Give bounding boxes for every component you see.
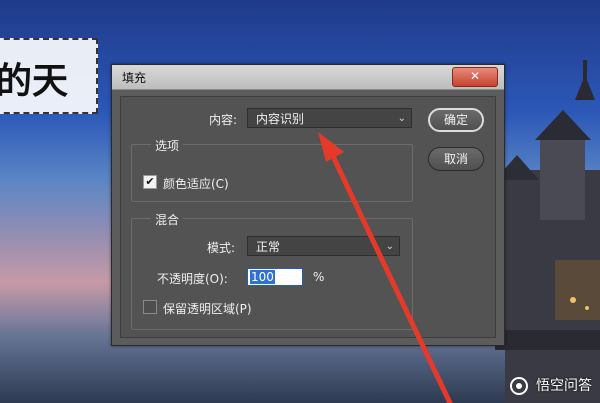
- photoshop-canvas: 的天 填充 ✕ 内容: 内容识别 ⌄ 选项 ✔ 颜色适应(C) 混合 模式: 正…: [0, 0, 600, 403]
- blend-group-title: 混合: [151, 211, 184, 228]
- text-selection-box[interactable]: 的天: [0, 38, 98, 114]
- close-icon: ✕: [469, 69, 481, 83]
- contents-value: 内容识别: [256, 112, 305, 126]
- wukong-logo-icon: [509, 377, 528, 395]
- mode-label: 模式:: [207, 241, 236, 255]
- dialog-titlebar[interactable]: 填充 ✕: [112, 65, 504, 90]
- chevron-down-icon: ⌄: [385, 241, 394, 252]
- mode-value: 正常: [256, 240, 281, 254]
- checkmark-icon: ✔: [145, 175, 155, 188]
- preserve-transparency-checkbox[interactable]: [143, 300, 157, 314]
- castle-silhouette: [495, 60, 600, 403]
- opacity-value: 100: [250, 270, 275, 284]
- ok-button[interactable]: 确定: [428, 108, 484, 132]
- cancel-button[interactable]: 取消: [428, 147, 484, 171]
- close-button[interactable]: ✕: [452, 67, 498, 87]
- dialog-title: 填充: [122, 71, 147, 85]
- cancel-button-label: 取消: [443, 152, 468, 166]
- opacity-label: 不透明度(O):: [157, 272, 228, 286]
- opacity-input[interactable]: 100: [247, 268, 303, 286]
- contents-select[interactable]: 内容识别 ⌄: [247, 108, 412, 128]
- contents-label: 内容:: [209, 113, 238, 127]
- options-group-title: 选项: [151, 137, 184, 154]
- ok-button-label: 确定: [443, 113, 468, 127]
- preserve-transparency-label: 保留透明区域(P): [163, 302, 252, 316]
- dialog-body: 内容: 内容识别 ⌄ 选项 ✔ 颜色适应(C) 混合 模式: 正常 ⌄ 不透明度…: [120, 96, 496, 338]
- mode-select[interactable]: 正常 ⌄: [247, 236, 400, 256]
- fill-dialog: 填充 ✕ 内容: 内容识别 ⌄ 选项 ✔ 颜色适应(C) 混合 模式: 正常 ⌄: [111, 64, 505, 346]
- opacity-unit: %: [313, 270, 325, 284]
- color-adapt-checkbox[interactable]: ✔: [143, 175, 157, 189]
- watermark: 悟空问答: [509, 375, 592, 395]
- watermark-text: 悟空问答: [536, 378, 592, 394]
- canvas-text: 的天: [0, 61, 69, 102]
- color-adapt-label: 颜色适应(C): [163, 177, 229, 191]
- chevron-down-icon: ⌄: [397, 113, 406, 124]
